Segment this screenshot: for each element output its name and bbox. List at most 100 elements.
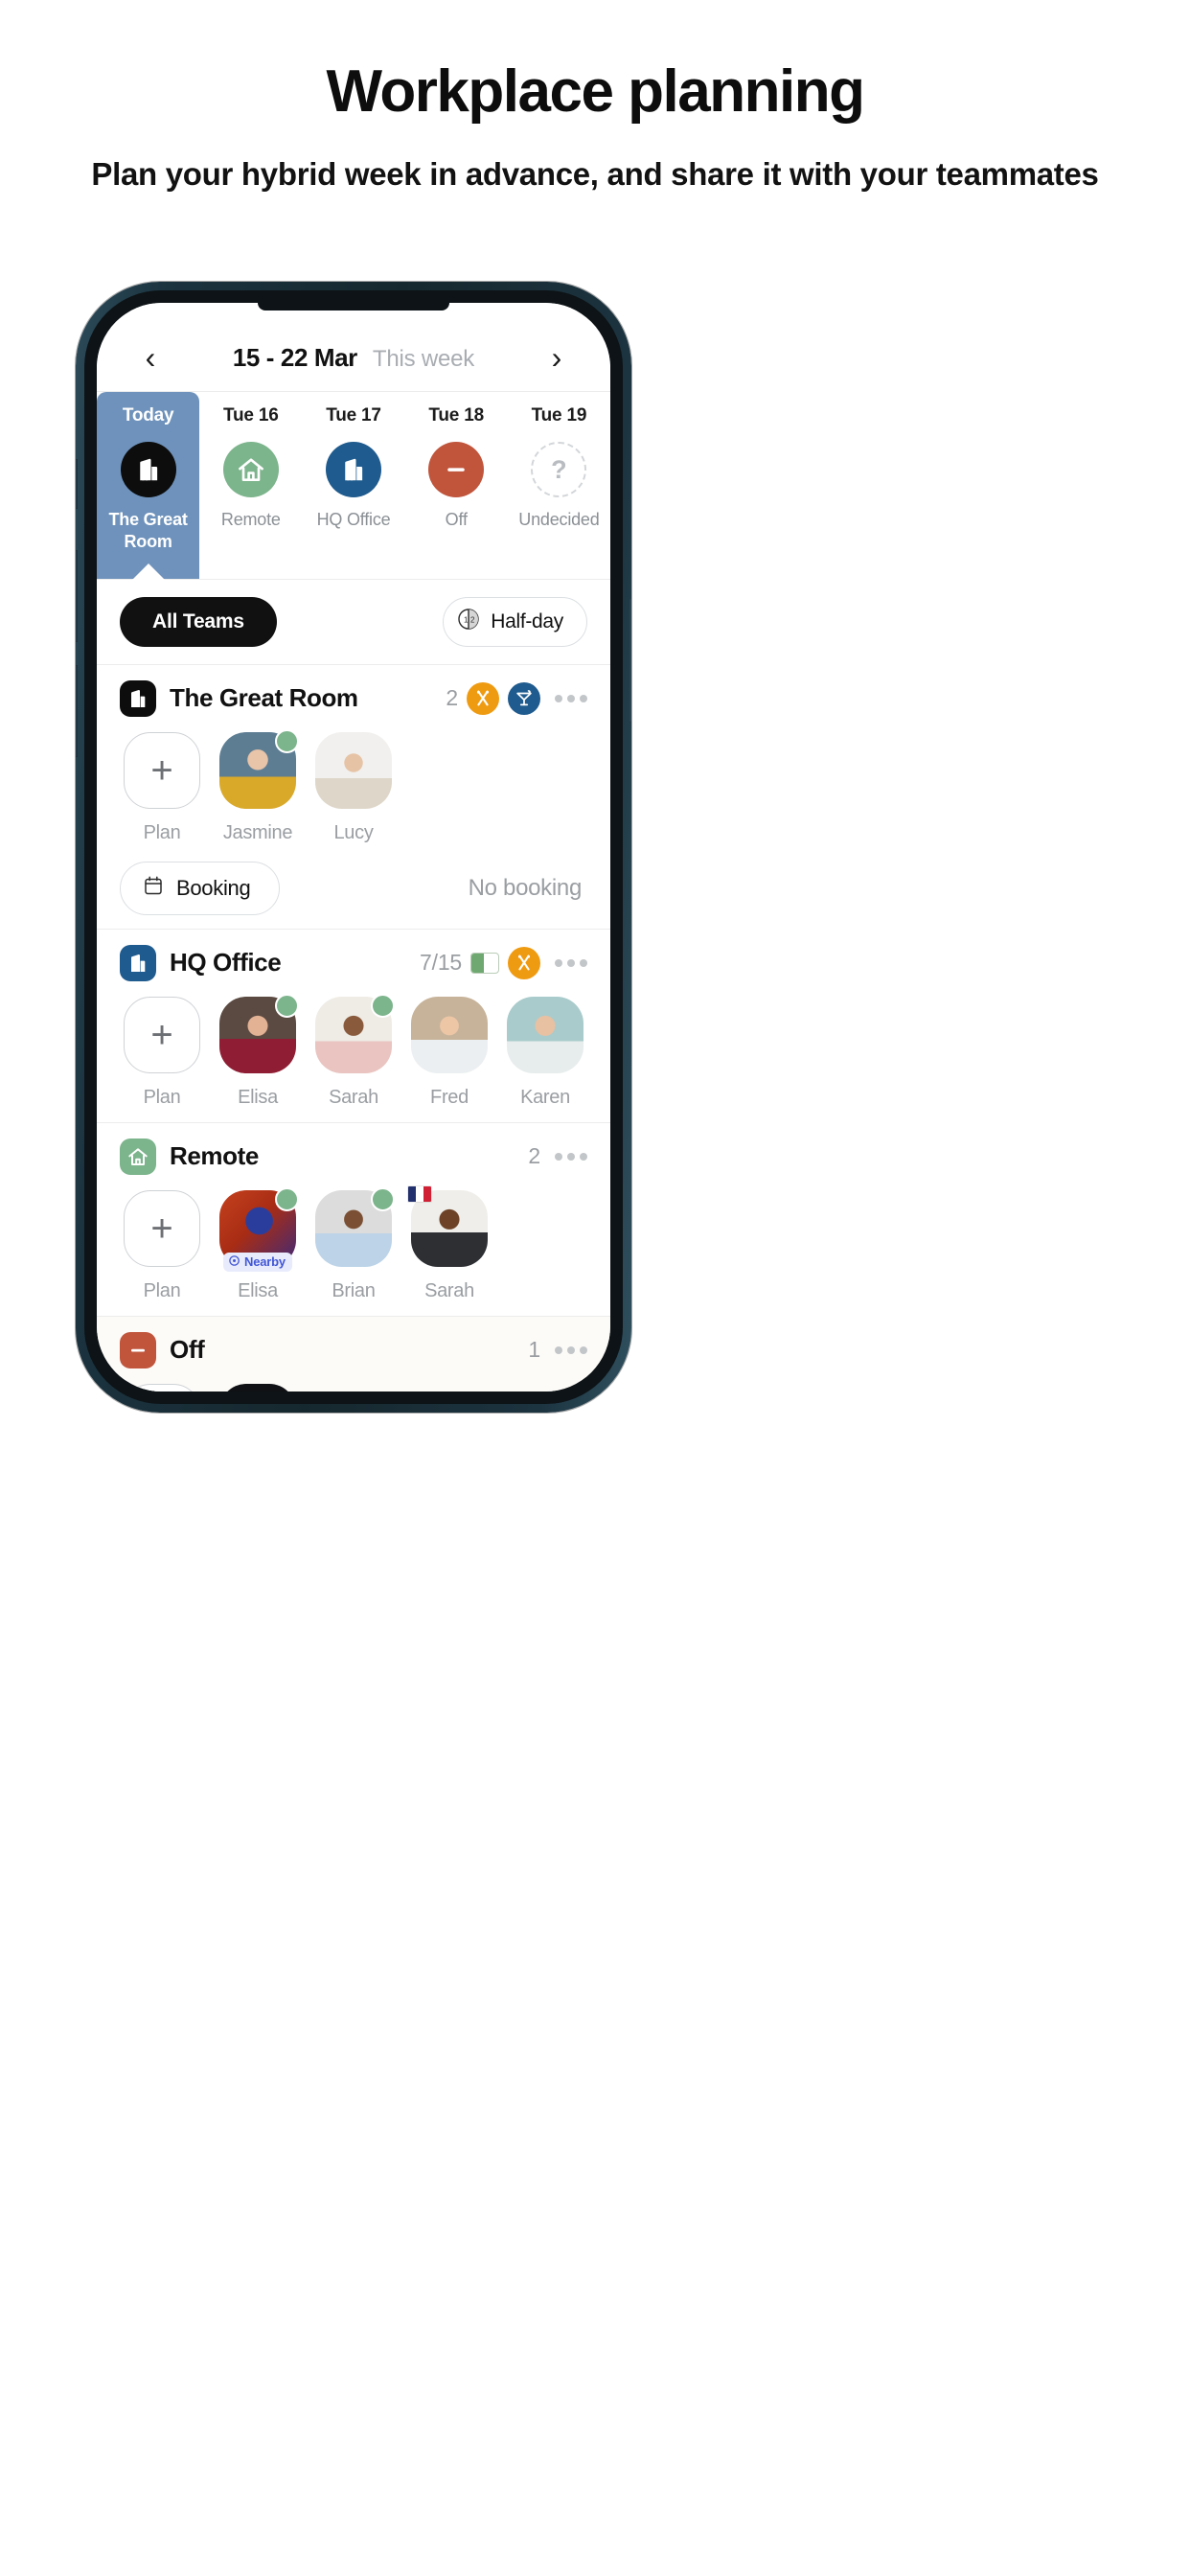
section-off: Off 1 + xyxy=(97,1315,610,1392)
cocktail-icon[interactable] xyxy=(508,681,540,715)
add-person-button[interactable]: + Plan xyxy=(124,996,200,1109)
person-avatar[interactable]: Sarah xyxy=(407,1184,488,1302)
person-name: Fred xyxy=(430,1086,469,1108)
avatar xyxy=(315,1186,395,1267)
person-name: Elisa xyxy=(238,1086,278,1108)
previous-week-button[interactable]: ‹ xyxy=(131,342,170,373)
location-pin-icon xyxy=(228,1254,240,1270)
person-name: Plan xyxy=(143,1086,181,1108)
section-title: Off xyxy=(170,1335,205,1365)
person-avatar[interactable]: Brian xyxy=(315,1186,395,1302)
minus-circle-icon xyxy=(120,1331,156,1368)
people-row: + xyxy=(120,1383,587,1392)
phone-mute-switch[interactable] xyxy=(76,459,78,509)
section-count: 7/15 xyxy=(420,950,462,976)
avatar xyxy=(507,996,584,1073)
avatar xyxy=(219,993,299,1073)
phone-screen: ‹ 15 - 22 Mar This week › Today The Grea… xyxy=(97,303,610,1392)
person-avatar[interactable]: Nearby Elisa xyxy=(219,1186,299,1302)
online-status-dot xyxy=(275,728,299,753)
day-tab-today[interactable]: Today The Great Room xyxy=(97,392,200,580)
person-name: Plan xyxy=(143,1279,181,1301)
plus-icon: + xyxy=(124,1189,200,1267)
person-name: Brian xyxy=(332,1279,376,1301)
next-week-button[interactable]: › xyxy=(538,342,576,373)
section-header: Remote 2 xyxy=(120,1138,587,1175)
online-status-dot xyxy=(275,1186,299,1211)
person-avatar[interactable]: Elisa xyxy=(219,993,299,1109)
more-options-icon[interactable] xyxy=(555,958,587,967)
avatar: Nearby xyxy=(219,1186,299,1272)
phone-notch xyxy=(258,303,449,310)
minus-circle-icon xyxy=(428,442,485,497)
day-tab-tue-16[interactable]: Tue 16 Remote xyxy=(199,392,302,579)
avatar-image xyxy=(219,1383,296,1392)
cutlery-icon[interactable] xyxy=(508,946,540,979)
section-hq-office: HQ Office 7/15 + Plan Elisa Sarah Fred Karen xyxy=(97,928,610,1122)
avatar-image xyxy=(315,731,392,809)
section-title: Remote xyxy=(170,1141,259,1171)
section-title: The Great Room xyxy=(170,683,358,713)
more-options-icon[interactable] xyxy=(555,1152,587,1161)
add-person-button[interactable]: + Plan xyxy=(124,1189,200,1302)
avatar xyxy=(411,996,488,1073)
day-tab-tue-17[interactable]: Tue 17 HQ Office xyxy=(302,392,404,579)
person-name: Jasmine xyxy=(222,821,293,843)
day-tab-date: Tue 17 xyxy=(326,405,381,426)
person-avatar[interactable]: Fred xyxy=(411,996,488,1109)
avatar-image xyxy=(411,996,488,1073)
cutlery-icon[interactable] xyxy=(467,681,499,715)
all-teams-filter-button[interactable]: All Teams xyxy=(120,596,277,647)
half-day-icon: 1 2 xyxy=(457,608,480,636)
section-count: 1 xyxy=(528,1337,540,1363)
half-day-toggle-button[interactable]: 1 2 Half-day xyxy=(443,596,587,647)
section-title: HQ Office xyxy=(170,948,282,978)
add-person-button[interactable]: + xyxy=(124,1383,200,1392)
day-tab-tue-19[interactable]: Tue 19? Undecided xyxy=(508,392,610,579)
person-avatar[interactable]: Jasmine xyxy=(219,728,299,844)
more-options-icon[interactable] xyxy=(555,694,587,702)
person-avatar[interactable]: Sarah xyxy=(315,993,395,1109)
person-name: Lucy xyxy=(333,821,374,843)
booking-row: Booking No booking xyxy=(120,861,587,915)
people-row: + Plan Elisa Sarah Fred Karen xyxy=(120,993,587,1109)
phone-volume-up-button[interactable] xyxy=(76,550,78,642)
online-status-dot xyxy=(275,993,299,1018)
phone-volume-down-button[interactable] xyxy=(76,665,78,757)
day-tab-location: The Great Room xyxy=(108,510,188,552)
people-row: + Plan Nearby Elisa Brian Sarah xyxy=(120,1184,587,1302)
booking-label: Booking xyxy=(176,875,251,900)
avatar xyxy=(315,993,395,1073)
section-header: HQ Office 7/15 xyxy=(120,944,587,981)
day-tab-location: Off xyxy=(445,510,468,529)
avatar xyxy=(219,728,299,809)
avatar xyxy=(219,1383,296,1392)
add-person-button[interactable]: + Plan xyxy=(124,731,200,844)
online-status-dot xyxy=(371,993,395,1018)
app-nav-bar: ‹ 15 - 22 Mar This week › xyxy=(97,303,610,391)
day-tab-date: Tue 18 xyxy=(428,405,484,426)
filter-bar: All Teams 1 2 Half-day xyxy=(97,578,610,664)
nav-center: 15 - 22 Mar This week xyxy=(170,343,538,373)
online-status-dot xyxy=(371,1186,395,1211)
section-meta: 2 xyxy=(528,1143,587,1169)
avatar-image xyxy=(507,996,584,1073)
section-the-great-room: The Great Room 2 + Plan Jasmine Lucy Booking… xyxy=(97,663,610,929)
person-name: Karen xyxy=(520,1086,570,1108)
person-name: Elisa xyxy=(238,1279,278,1301)
day-tab-date: Tue 16 xyxy=(223,405,279,426)
day-tab-location: Undecided xyxy=(518,510,600,529)
section-count: 2 xyxy=(446,685,458,711)
section-meta: 1 xyxy=(528,1337,587,1363)
page-header: Workplace planning Plan your hybrid week… xyxy=(0,0,1190,197)
more-options-icon[interactable] xyxy=(555,1346,587,1354)
booking-button[interactable]: Booking xyxy=(120,861,281,915)
half-day-label: Half-day xyxy=(491,610,563,632)
section-meta: 2 xyxy=(446,681,587,715)
person-avatar[interactable]: Lucy xyxy=(315,731,392,844)
phone-frame: ‹ 15 - 22 Mar This week › Today The Grea… xyxy=(76,282,631,1413)
day-tab-tue-18[interactable]: Tue 18 Off xyxy=(405,392,508,579)
person-avatar[interactable] xyxy=(219,1383,296,1392)
person-avatar[interactable]: Karen xyxy=(507,996,584,1109)
phone-power-button[interactable] xyxy=(629,598,631,723)
